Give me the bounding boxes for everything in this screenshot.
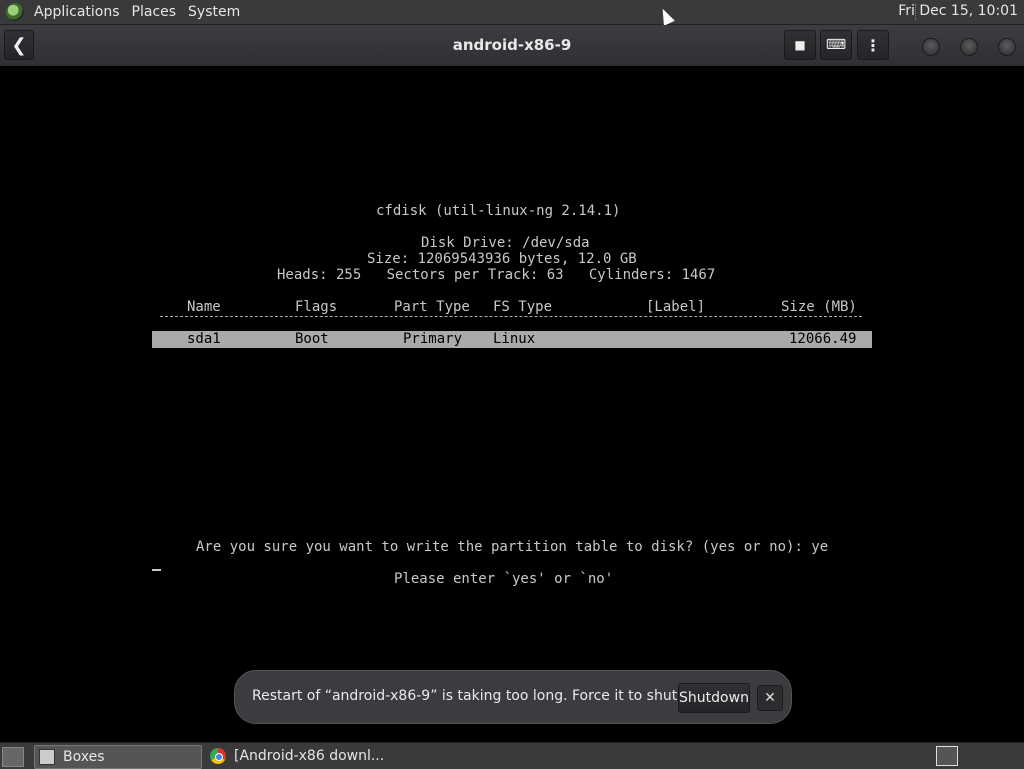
shutdown-button[interactable]: Shutdown xyxy=(678,683,750,713)
bottom-taskbar: Boxes [Android-x86 downl... xyxy=(0,742,1024,769)
menu-system[interactable]: System xyxy=(184,4,248,20)
boxes-icon xyxy=(39,749,55,765)
menu-applications[interactable]: Applications xyxy=(30,4,128,20)
column-header-part-type: Part Type xyxy=(394,299,470,315)
show-desktop-icon[interactable] xyxy=(2,747,24,767)
top-panel: Applications Places System Fri Dec 15, 1… xyxy=(0,0,1024,25)
menu-places[interactable]: Places xyxy=(128,4,185,20)
stop-button[interactable]: ■ xyxy=(784,30,816,60)
partition-row-selected[interactable]: sda1 Boot Primary Linux 12066.49 xyxy=(152,331,872,348)
shutdown-notification: Restart of “android-x86-9” is taking too… xyxy=(234,670,792,724)
send-keys-button[interactable]: ⌨ xyxy=(820,30,852,60)
text-cursor xyxy=(152,569,161,571)
confirm-hint: Please enter `yes' or `no' xyxy=(394,571,614,587)
partition-flags: Boot xyxy=(295,331,329,347)
confirm-prompt: Are you sure you want to write the parti… xyxy=(196,539,829,555)
column-header-fs-type: FS Type xyxy=(493,299,553,315)
keyboard-icon: ⌨ xyxy=(825,37,847,53)
disk-geometry-line: Heads: 255 Sectors per Track: 63 Cylinde… xyxy=(277,267,716,283)
taskbar-item-browser[interactable]: [Android-x86 downl... xyxy=(206,745,406,767)
column-header-size: Size (MB) xyxy=(781,299,857,315)
properties-menu-button[interactable]: ⋮ xyxy=(857,30,889,60)
taskbar-item-label: Boxes xyxy=(63,749,105,765)
workspace-switcher[interactable] xyxy=(936,746,958,766)
taskbar-item-boxes[interactable]: Boxes xyxy=(34,745,202,769)
disk-drive-line: Disk Drive: /dev/sda xyxy=(421,235,590,251)
notification-message: Restart of “android-x86-9” is taking too… xyxy=(252,688,723,704)
minimize-button[interactable] xyxy=(922,38,940,56)
kebab-menu-icon: ⋮ xyxy=(865,35,881,55)
close-window-button[interactable] xyxy=(998,38,1016,56)
vm-console[interactable]: cfdisk (util-linux-ng 2.14.1) Disk Drive… xyxy=(0,66,1024,742)
clock[interactable]: Fri Dec 15, 10:01 xyxy=(898,3,1018,19)
partition-name: sda1 xyxy=(187,331,221,347)
disk-size-line: Size: 12069543936 bytes, 12.0 GB xyxy=(367,251,637,267)
maximize-button[interactable] xyxy=(960,38,978,56)
cfdisk-title: cfdisk (util-linux-ng 2.14.1) xyxy=(376,203,621,219)
taskbar-item-label: [Android-x86 downl... xyxy=(234,748,385,764)
column-header-name: Name xyxy=(187,299,221,315)
column-header-flags: Flags xyxy=(295,299,338,315)
stop-icon: ■ xyxy=(794,38,806,52)
column-header-label: [Label] xyxy=(646,299,706,315)
distro-logo-icon[interactable] xyxy=(6,3,24,21)
partition-size: 12066.49 xyxy=(789,331,857,347)
window-headerbar: ❮ android-x86-9 ■ ⌨ ⋮ xyxy=(0,25,1024,67)
chrome-icon xyxy=(210,748,226,764)
partition-fs-type: Linux xyxy=(493,331,536,347)
header-divider xyxy=(160,316,862,317)
partition-part-type: Primary xyxy=(403,331,463,347)
close-icon[interactable]: ✕ xyxy=(757,685,783,711)
